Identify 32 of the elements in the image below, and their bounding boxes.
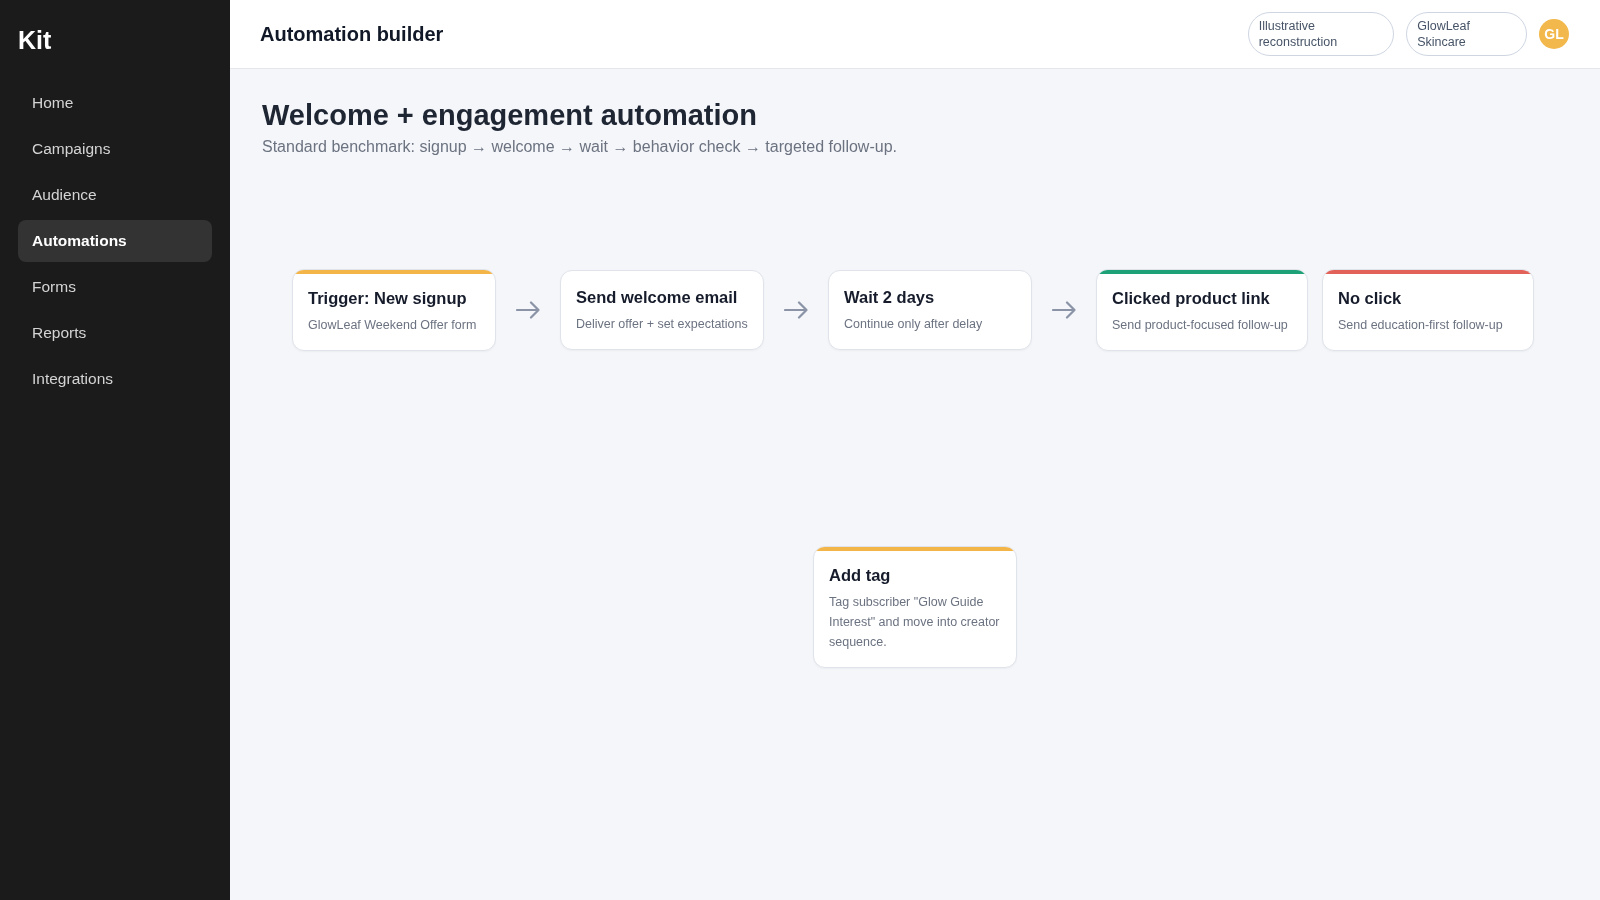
nav-item[interactable]: Automations — [18, 220, 212, 262]
nav-item[interactable]: Campaigns — [18, 128, 212, 170]
nav-item[interactable]: Audience — [18, 174, 212, 216]
step-title: No click — [1338, 288, 1403, 309]
step-description: Continue only after delay — [844, 316, 984, 333]
step-card[interactable]: Wait 2 days Continue only after delay — [828, 270, 1032, 350]
step-title: Send welcome email — [576, 287, 739, 308]
step-description: Tag subscriber "Glow Guide Interest" and move into creator sequence. — [829, 594, 1001, 651]
step-description: Send education-first follow-up — [1338, 317, 1504, 334]
nav-item[interactable]: Integrations — [18, 358, 212, 400]
step-description: Send product-focused follow-up — [1112, 317, 1289, 334]
step-card[interactable]: Clicked product link Send product-focused follow-up — [1096, 269, 1308, 351]
arrow-right-icon — [784, 301, 808, 319]
subtitle: Standard benchmark: signup → welcome → wait → behavior check → targeted follow-up. — [262, 137, 898, 157]
page-title: Automation builder — [260, 22, 445, 46]
step-description: GlowLeaf Weekend Offer form — [308, 317, 478, 334]
step-description: Deliver offer + set expectations — [576, 316, 748, 333]
arrow-right-icon — [516, 301, 540, 319]
step-card[interactable]: Send welcome email Deliver offer + set expectations — [560, 270, 764, 350]
step-title: Wait 2 days — [844, 287, 936, 308]
nav-item[interactable]: Reports — [18, 312, 212, 354]
nav-item[interactable]: Forms — [18, 266, 212, 308]
step-title: Clicked product link — [1112, 288, 1271, 309]
step-title: Add tag — [829, 565, 892, 586]
brand-logo: Kit — [18, 25, 53, 56]
step-title: Trigger: New signup — [308, 288, 468, 309]
heading: Welcome + engagement automation — [262, 98, 758, 133]
step-card[interactable]: No click Send education-first follow-up — [1322, 269, 1534, 351]
step-card[interactable]: Trigger: New signup GlowLeaf Weekend Offer form — [292, 269, 496, 351]
arrow-right-icon — [1052, 301, 1076, 319]
step-card[interactable]: Add tag Tag subscriber "Glow Guide Interest" and move into creator sequence. — [813, 546, 1017, 668]
nav-item[interactable]: Home — [18, 82, 212, 124]
